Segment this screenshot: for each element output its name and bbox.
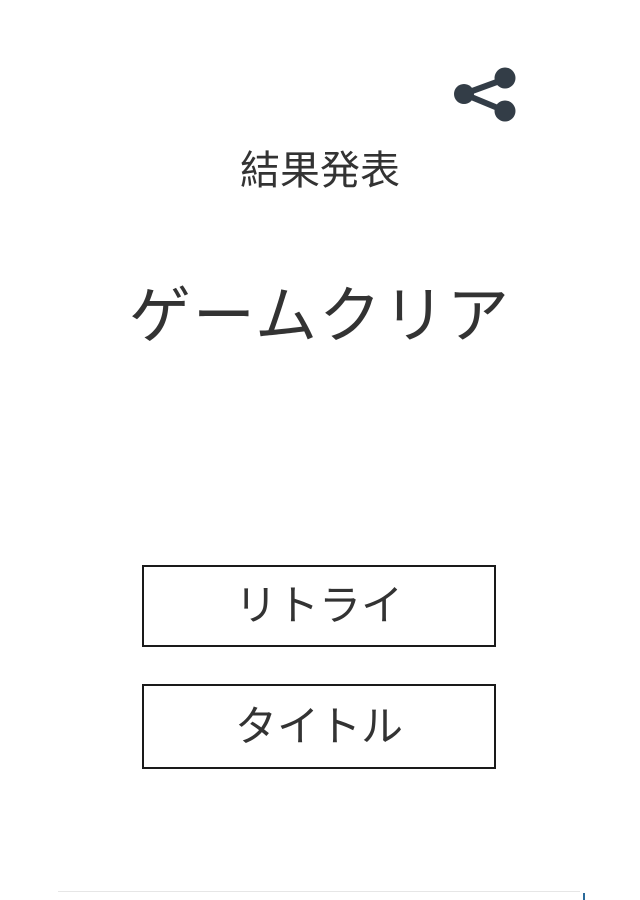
footer-divider (58, 891, 580, 892)
title-button[interactable]: タイトル (142, 684, 496, 769)
game-result-text: ゲームクリア (128, 279, 512, 352)
results-heading: 結果発表 (240, 148, 400, 194)
retry-button[interactable]: リトライ (142, 565, 496, 647)
footer-mark (583, 893, 585, 900)
share-icon (454, 67, 516, 122)
share-button[interactable] (450, 64, 522, 126)
